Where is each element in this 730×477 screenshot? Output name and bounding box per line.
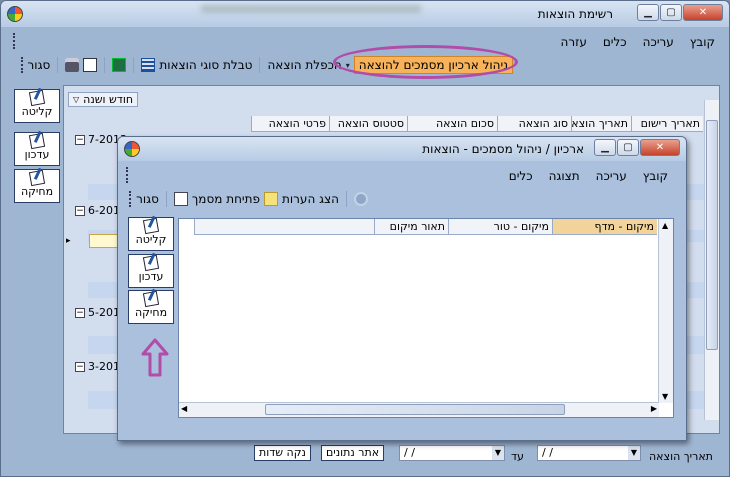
app-logo-icon xyxy=(7,6,23,22)
date-from-combo[interactable]: / / ▼ xyxy=(537,445,641,461)
dialog-menu-view[interactable]: תצוגה xyxy=(549,169,580,183)
dialog-minimize-icon[interactable]: ▁ xyxy=(594,139,616,156)
locations-grid: מיקום - מדף מיקום - טור תאור מיקום ▲ ▼ ◀… xyxy=(178,218,674,418)
selected-cell[interactable] xyxy=(89,234,119,248)
scroll-up-icon[interactable]: ▲ xyxy=(662,221,668,230)
edit-icon xyxy=(28,132,46,150)
menu-tools[interactable]: כלים xyxy=(603,35,627,49)
edit-icon xyxy=(28,169,46,187)
main-title-bar: רשימת הוצאות ▁ ▢ ✕ xyxy=(1,1,729,27)
annotation-arrow-icon xyxy=(141,338,169,377)
dialog-insert-button[interactable]: קליטה xyxy=(128,217,174,251)
collapse-icon[interactable]: − xyxy=(75,205,85,216)
dialog-title: ארכיון / ניהול מסמכים - הוצאות xyxy=(422,142,584,156)
dialog-close-icon[interactable]: ✕ xyxy=(640,139,680,156)
chevron-down-icon[interactable]: ▼ xyxy=(628,446,640,460)
dialog-logo-icon xyxy=(124,141,140,157)
col-shelf-location[interactable]: מיקום - מדף xyxy=(552,219,657,235)
locations-scrollbar[interactable]: ▲ ▼ xyxy=(658,219,673,403)
dialog-title-bar: ארכיון / ניהול מסמכים - הוצאות ▁ ▢ ✕ xyxy=(118,137,686,161)
settings-icon[interactable] xyxy=(354,192,368,206)
col-expense-amount[interactable]: סכום הוצאה xyxy=(407,116,497,132)
open-document-button[interactable]: פתיחת מסמך xyxy=(192,192,260,206)
dialog-update-button[interactable]: עדכון xyxy=(128,254,174,288)
notes-icon[interactable] xyxy=(264,192,278,206)
col-expense-type[interactable]: סוג הוצאה xyxy=(497,116,571,132)
close-icon[interactable]: ✕ xyxy=(683,4,723,21)
scroll-down-icon[interactable]: ▼ xyxy=(662,392,668,401)
grid-header: תאריך רישום תאריך הוצאה סוג הוצאה סכום ה… xyxy=(251,116,703,132)
archive-dialog: ארכיון / ניהול מסמכים - הוצאות ▁ ▢ ✕ קוב… xyxy=(117,136,687,441)
dialog-menu-tools[interactable]: כלים xyxy=(509,169,533,183)
table-icon[interactable] xyxy=(141,58,156,72)
main-close-button[interactable]: סגור xyxy=(28,58,51,72)
main-menubar: קובץ עריכה כלים עזרה xyxy=(561,35,715,49)
dialog-delete-button[interactable]: מחיקה xyxy=(128,290,174,324)
edit-icon xyxy=(142,254,160,272)
edit-icon xyxy=(142,217,160,235)
update-button[interactable]: עדכון xyxy=(14,132,60,166)
collapse-icon[interactable]: − xyxy=(75,361,85,372)
expense-date-label: תאריך הוצאה xyxy=(649,450,713,463)
locations-hscrollbar[interactable]: ◀ ▶ xyxy=(179,402,659,417)
edit-icon xyxy=(28,89,46,107)
col-location-description[interactable]: תאור מיקום xyxy=(374,219,448,235)
col-expense-date[interactable]: תאריך הוצאה xyxy=(564,116,631,132)
dialog-menu-file[interactable]: קובץ xyxy=(643,169,668,183)
open-document-icon[interactable] xyxy=(173,192,188,206)
hscroll-thumb[interactable] xyxy=(265,404,565,415)
edit-icon xyxy=(142,290,160,308)
annotation-oval xyxy=(333,45,518,79)
col-expense-details[interactable]: פרטי הוצאה xyxy=(251,116,329,132)
dialog-menubar: קובץ עריכה תצוגה כלים xyxy=(509,169,668,183)
excel-icon[interactable] xyxy=(112,58,127,72)
scroll-left-icon[interactable]: ◀ xyxy=(181,404,187,413)
printer-icon[interactable] xyxy=(65,58,80,72)
menu-help[interactable]: עזרה xyxy=(561,35,587,49)
group-by-chip[interactable]: ▽ חודש ושנה xyxy=(68,92,139,107)
dialog-toolbar-grip xyxy=(129,191,132,207)
clear-fields-button[interactable]: נקה שדות xyxy=(254,445,311,461)
date-to-combo[interactable]: / / ▼ xyxy=(399,445,505,461)
blurred-caption xyxy=(201,5,421,13)
filter-icon: ▽ xyxy=(73,95,80,104)
to-label: עד xyxy=(511,450,524,463)
find-data-button[interactable]: אתר נתונים xyxy=(321,445,385,461)
col-register-date[interactable]: תאריך רישום xyxy=(631,116,703,132)
col-column-location[interactable]: מיקום - טור xyxy=(448,219,552,235)
minimize-icon[interactable]: ▁ xyxy=(637,4,659,21)
print-preview-icon[interactable] xyxy=(83,58,98,72)
insert-button[interactable]: קליטה xyxy=(14,89,60,123)
expense-types-table-button[interactable]: טבלת סוגי הוצאות xyxy=(159,58,252,72)
grid-scrollbar[interactable] xyxy=(704,100,719,420)
grid-scroll-thumb[interactable] xyxy=(706,120,718,350)
dialog-menubar-grip xyxy=(126,167,129,183)
scroll-right-icon[interactable]: ▶ xyxy=(651,404,657,413)
dialog-close-button[interactable]: סגור xyxy=(136,192,159,206)
show-notes-button[interactable]: הצג הערות xyxy=(282,192,339,206)
maximize-icon[interactable]: ▢ xyxy=(660,4,682,21)
dialog-toolbar: הצג הערות פתיחת מסמך סגור xyxy=(129,191,368,207)
dialog-menu-edit[interactable]: עריכה xyxy=(596,169,627,183)
chevron-down-icon[interactable]: ▼ xyxy=(492,446,504,460)
main-window-title: רשימת הוצאות xyxy=(537,7,613,21)
dialog-maximize-icon[interactable]: ▢ xyxy=(617,139,639,156)
collapse-icon[interactable]: − xyxy=(75,134,85,145)
menubar-grip xyxy=(13,33,16,49)
row-indicator-icon: ▸ xyxy=(66,236,71,246)
menu-file[interactable]: קובץ xyxy=(690,35,715,49)
locations-grid-header: מיקום - מדף מיקום - טור תאור מיקום xyxy=(194,219,657,235)
col-expense-status[interactable]: סטטוס הוצאה xyxy=(329,116,407,132)
collapse-icon[interactable]: − xyxy=(75,307,85,318)
delete-button[interactable]: מחיקה xyxy=(14,169,60,203)
toolbar-grip xyxy=(20,57,24,73)
duplicate-expense-button[interactable]: הכפלת הוצאה xyxy=(267,58,341,72)
menu-edit[interactable]: עריכה xyxy=(643,35,674,49)
